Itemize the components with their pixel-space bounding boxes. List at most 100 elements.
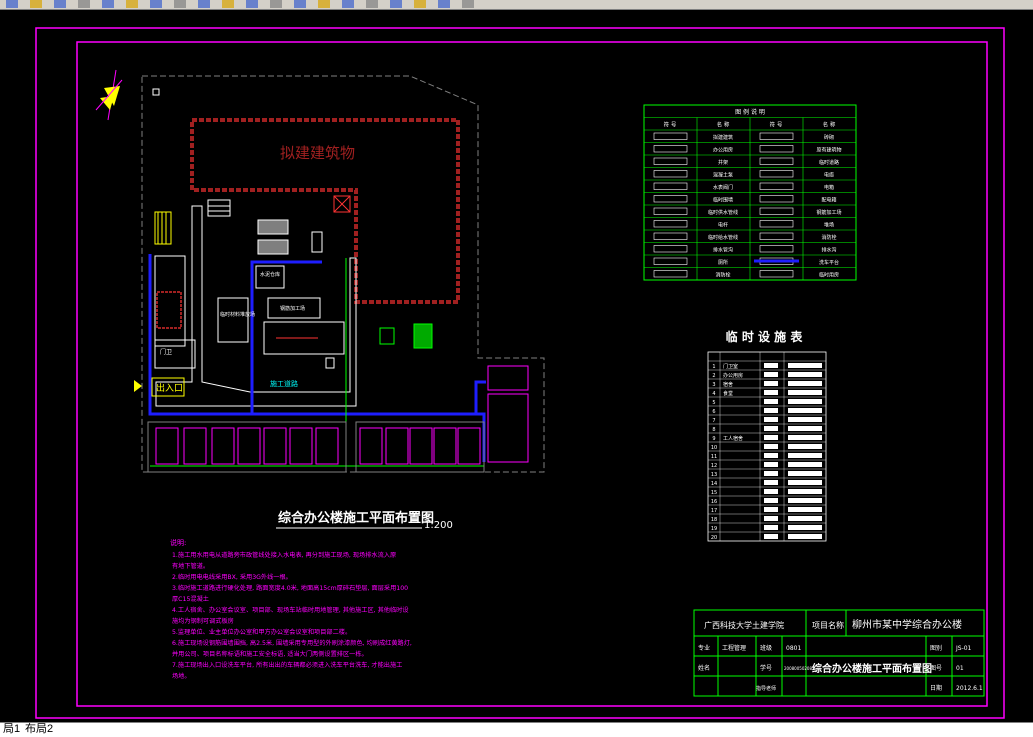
color-icon[interactable] [414, 0, 426, 8]
tab-layout1[interactable]: 局1 [0, 723, 23, 736]
facility-index: 16 [711, 499, 717, 505]
cad-drawing[interactable]: 拟建建筑物 施工道路 门卫 出入口 水泥仓库 临时材料堆放场 钢筋加工场 综合办… [0, 10, 1033, 722]
project-name: 柳州市某中学综合办公楼 [852, 618, 962, 631]
facility-index: 7 [712, 418, 715, 424]
facility-index: 19 [711, 526, 717, 532]
legend-name: 临时道路 [819, 159, 839, 166]
legend-name: 临时供水管线 [708, 209, 738, 216]
fire-hydrant-box [379, 327, 395, 345]
layer-icon[interactable] [390, 0, 402, 8]
tab-layout2[interactable]: 布局2 [22, 723, 56, 736]
legend-symbol [653, 145, 688, 153]
legend-symbol [653, 257, 688, 265]
school-name: 广西科技大学土建学院 [704, 620, 784, 630]
entrance-label: 出入口 [156, 382, 183, 394]
note-line: 5.监理单位、业主单位办公室和甲方办公室会议室和项目部二楼。 [172, 628, 351, 636]
north-arrow-icon [95, 69, 123, 121]
svg-text:钢筋加工场: 钢筋加工场 [280, 305, 305, 312]
benchmark-marker [152, 88, 160, 96]
legend-name: 井架 [718, 159, 728, 166]
legend-symbol [653, 170, 688, 178]
mixer [311, 231, 323, 253]
legend-name: 消防栓 [715, 272, 730, 279]
facility-index: 18 [711, 517, 717, 523]
legend-symbol [653, 195, 688, 203]
copy-icon[interactable] [126, 0, 138, 8]
save-icon[interactable] [54, 0, 66, 8]
legend-name: 洗车平台 [819, 259, 839, 266]
note-line: 6.施工现场设钢筋围墙围挡, 高2.5米, 围墙采用专用型的外刷涂漆颜色, 均刷… [172, 639, 412, 647]
zoom-window-icon[interactable] [270, 0, 282, 8]
facility-name: 宿舍 [723, 381, 733, 388]
legend-name: 厕所 [718, 259, 728, 266]
facility-name: 食堂 [723, 390, 733, 397]
svg-text:日期: 日期 [930, 684, 942, 692]
facility-index: 8 [712, 427, 715, 433]
paste-icon[interactable] [150, 0, 162, 8]
legend-symbol [759, 232, 794, 240]
dorm-blocks [147, 421, 347, 473]
facility-index: 2 [712, 373, 715, 379]
brick-stack [207, 199, 231, 217]
pan-icon[interactable] [222, 0, 234, 8]
linetype-icon[interactable] [438, 0, 450, 8]
svg-text:图别: 图别 [930, 644, 942, 652]
road-label: 施工道路 [270, 379, 298, 388]
svg-text:水泥仓库: 水泥仓库 [260, 271, 280, 278]
cut-icon[interactable] [102, 0, 114, 8]
redo-icon[interactable] [198, 0, 210, 8]
legend-symbol [759, 220, 794, 228]
legend-symbol [759, 270, 794, 278]
properties-icon[interactable] [294, 0, 306, 8]
right-office [487, 393, 529, 463]
legend-symbol [759, 207, 794, 215]
note-line: 4.工人宿舍、办公室会议室、项目部、现场车站临时用地管理, 其他施工区, 其他临… [172, 606, 409, 614]
print-icon[interactable] [78, 0, 90, 8]
facility-index: 12 [711, 463, 717, 469]
office-blocks [355, 421, 485, 473]
legend-symbol [653, 232, 688, 240]
svg-text:姓名: 姓名 [698, 664, 710, 672]
legend-name: 排水沟 [821, 247, 836, 254]
svg-text:JS-01: JS-01 [955, 645, 972, 652]
legend-name: 电箱 [824, 184, 834, 191]
facility-index: 3 [712, 382, 715, 388]
svg-text:指导老师: 指导老师 [756, 685, 776, 692]
lineweight-icon[interactable] [462, 0, 474, 8]
undo-icon[interactable] [174, 0, 186, 8]
legend-table: 图 例 说 明符 号 名 称 符 号 名 称拟建建筑 砖砌办公用房 原有建筑物井架 临时道路… [643, 104, 857, 281]
legend-symbol [759, 132, 794, 140]
note-line: 并用公司、项目名称标语和施工安全标语, 适当大门两侧设置排区一栋。 [172, 650, 368, 658]
notes: 1.施工用水用电从道路旁市政管线处接入水电表, 再分到施工现场, 现场排水流入原… [172, 551, 412, 680]
legend-symbol [759, 170, 794, 178]
legend-symbol [759, 195, 794, 203]
water-pipe [148, 254, 486, 416]
legend-name: 水表阀门 [713, 184, 733, 191]
legend-symbol [653, 182, 688, 190]
facility-index: 20 [711, 535, 717, 541]
legend-symbol [653, 245, 688, 253]
note-line: 施均为钢制可调式板房 [172, 617, 234, 625]
svg-text:2012.6.1: 2012.6.1 [956, 685, 983, 692]
note-line: 3.临时施工道路进行硬化处理, 路面宽度4.0米, 地面高15cm厚碎石垫层, … [172, 584, 408, 592]
sheet-outer-border [35, 27, 1005, 719]
drawing-canvas[interactable]: 拟建建筑物 施工道路 门卫 出入口 水泥仓库 临时材料堆放场 钢筋加工场 综合办… [0, 10, 1033, 722]
legend-symbol [759, 145, 794, 153]
new-icon[interactable] [6, 0, 18, 8]
building-label: 拟建建筑物 [280, 144, 355, 162]
svg-text:班级: 班级 [760, 644, 772, 652]
design-center-icon[interactable] [318, 0, 330, 8]
legend-name: 混凝土泵 [713, 172, 733, 179]
svg-text:图号: 图号 [930, 665, 942, 672]
open-icon[interactable] [30, 0, 42, 8]
notes-heading: 说明: [170, 538, 186, 547]
facility-index: 11 [711, 454, 717, 460]
svg-text:01: 01 [956, 665, 964, 672]
stone-pile [257, 239, 289, 255]
calculator-icon[interactable] [366, 0, 378, 8]
note-line: 7.施工现场出入口设洗车平台, 所有出出的车辆都必须进入洗车平台洗车, 才能出施… [172, 661, 402, 669]
zoom-icon[interactable] [246, 0, 258, 8]
project-label: 项目名称 [812, 620, 844, 630]
facility-index: 1 [712, 364, 715, 370]
tool-palette-icon[interactable] [342, 0, 354, 8]
